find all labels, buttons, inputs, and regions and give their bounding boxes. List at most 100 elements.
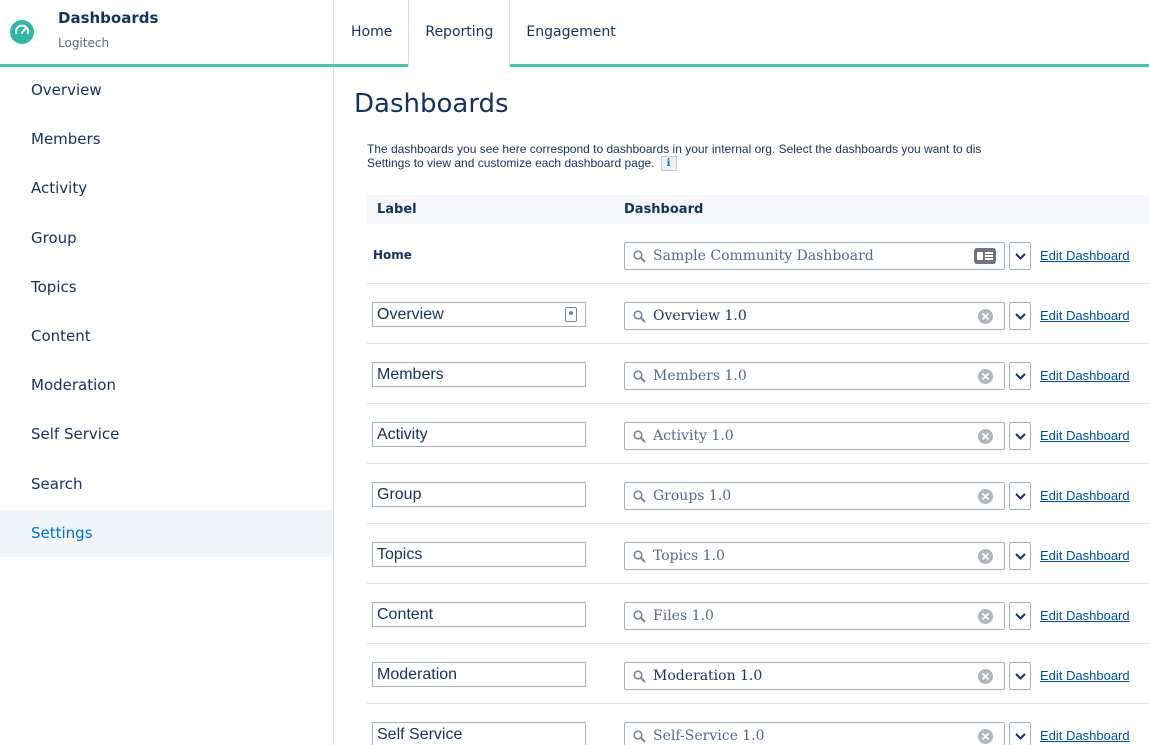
search-icon [633, 490, 646, 503]
clear-icon[interactable] [978, 369, 993, 384]
label-input[interactable]: Self Service [372, 722, 586, 745]
edit-dashboard-link[interactable]: Edit Dashboard [1040, 608, 1130, 623]
dashboard-dropdown-button[interactable] [1009, 602, 1031, 630]
edit-dashboard-link[interactable]: Edit Dashboard [1040, 668, 1130, 683]
speedometer-icon [10, 20, 34, 44]
contact-icon[interactable] [565, 307, 577, 322]
table-row: Moderation Moderation 1.0 Edit Dashboard [367, 644, 1149, 704]
edit-dashboard-link[interactable]: Edit Dashboard [1040, 248, 1130, 263]
row-label: Home [373, 248, 412, 262]
chevron-down-icon [1015, 733, 1026, 740]
chevron-down-icon [1015, 493, 1026, 500]
sidebar-item-content[interactable]: Content [0, 313, 333, 360]
dashboard-lookup[interactable]: Files 1.0 [624, 602, 1005, 630]
sidebar-item-self-service[interactable]: Self Service [0, 411, 333, 458]
label-input[interactable]: Moderation [372, 662, 586, 687]
app-title: Dashboards [58, 9, 159, 27]
sidebar-item-moderation[interactable]: Moderation [0, 362, 333, 409]
label-input[interactable]: Overview [372, 302, 586, 327]
dashboard-dropdown-button[interactable] [1009, 362, 1031, 390]
label-input-value: Activity [377, 426, 428, 443]
page-description: The dashboards you see here correspond t… [367, 142, 1149, 172]
chevron-down-icon [1015, 433, 1026, 440]
top-header: Dashboards Logitech Home Reporting Engag… [0, 0, 1149, 67]
label-input[interactable]: Members [372, 362, 586, 387]
sidebar-item-activity[interactable]: Activity [0, 165, 333, 212]
top-tabs: Home Reporting Engagement [335, 0, 632, 67]
table-row: Content Files 1.0 Edit Dashboard [367, 584, 1149, 644]
dashboard-lookup[interactable]: Self-Service 1.0 [624, 722, 1005, 745]
sidebar-item-topics[interactable]: Topics [0, 264, 333, 311]
table-row: Home Sample Community Dashboard Edit Das… [367, 224, 1149, 284]
edit-dashboard-link[interactable]: Edit Dashboard [1040, 368, 1130, 383]
sidebar-item-search[interactable]: Search [0, 461, 333, 508]
search-icon [633, 310, 646, 323]
description-line-1: The dashboards you see here correspond t… [367, 142, 982, 156]
dashboard-dropdown-button[interactable] [1009, 722, 1031, 745]
sidebar-item-settings[interactable]: Settings [0, 510, 333, 557]
clear-icon[interactable] [978, 309, 993, 324]
clear-icon[interactable] [978, 549, 993, 564]
edit-dashboard-link[interactable]: Edit Dashboard [1040, 728, 1130, 743]
clear-icon[interactable] [978, 609, 993, 624]
search-icon [633, 670, 646, 683]
contact-card-icon[interactable] [974, 248, 996, 264]
dashboard-lookup-value: Sample Community Dashboard [653, 248, 874, 264]
dashboard-lookup[interactable]: Sample Community Dashboard [624, 242, 1005, 270]
search-icon [633, 370, 646, 383]
dashboard-dropdown-button[interactable] [1009, 242, 1031, 270]
label-input[interactable]: Group [372, 482, 586, 507]
dashboard-lookup-value: Self-Service 1.0 [653, 728, 765, 744]
dashboard-dropdown-button[interactable] [1009, 302, 1031, 330]
tab-home[interactable]: Home [335, 0, 408, 64]
table-row: Topics Topics 1.0 Edit Dashboard [367, 524, 1149, 584]
dashboard-dropdown-button[interactable] [1009, 542, 1031, 570]
tab-reporting[interactable]: Reporting [408, 0, 511, 67]
clear-icon[interactable] [978, 669, 993, 684]
dashboard-lookup-value: Groups 1.0 [653, 488, 732, 504]
label-input[interactable]: Content [372, 602, 586, 627]
app-brand: Dashboards Logitech [0, 0, 334, 64]
dashboard-lookup[interactable]: Members 1.0 [624, 362, 1005, 390]
dashboard-lookup[interactable]: Activity 1.0 [624, 422, 1005, 450]
label-input-value: Moderation [377, 666, 458, 683]
edit-dashboard-link[interactable]: Edit Dashboard [1040, 488, 1130, 503]
dashboard-lookup-value: Topics 1.0 [653, 548, 725, 564]
sidebar-item-members[interactable]: Members [0, 116, 333, 163]
label-input-value: Self Service [377, 726, 463, 743]
page-title: Dashboards [354, 89, 509, 119]
dashboard-dropdown-button[interactable] [1009, 482, 1031, 510]
label-input[interactable]: Topics [372, 542, 586, 567]
dashboard-dropdown-button[interactable] [1009, 422, 1031, 450]
label-input-value: Overview [377, 306, 444, 323]
label-input[interactable]: Activity [372, 422, 586, 447]
clear-icon[interactable] [978, 729, 993, 744]
label-input-value: Content [377, 606, 434, 623]
org-name: Logitech [58, 36, 110, 50]
table-header: Label Dashboard [367, 195, 1149, 224]
clear-icon[interactable] [978, 429, 993, 444]
dashboard-lookup[interactable]: Groups 1.0 [624, 482, 1005, 510]
description-line-2: Settings to view and customize each dash… [367, 156, 1149, 172]
clear-icon[interactable] [978, 489, 993, 504]
dashboard-dropdown-button[interactable] [1009, 662, 1031, 690]
chevron-down-icon [1015, 553, 1026, 560]
label-input-value: Topics [377, 546, 423, 563]
chevron-down-icon [1015, 253, 1026, 260]
info-icon[interactable]: i [660, 156, 677, 172]
tab-engagement[interactable]: Engagement [510, 0, 631, 64]
chevron-down-icon [1015, 313, 1026, 320]
edit-dashboard-link[interactable]: Edit Dashboard [1040, 548, 1130, 563]
edit-dashboard-link[interactable]: Edit Dashboard [1040, 308, 1130, 323]
dashboard-lookup[interactable]: Topics 1.0 [624, 542, 1005, 570]
dashboard-lookup[interactable]: Overview 1.0 [624, 302, 1005, 330]
sidebar-item-group[interactable]: Group [0, 215, 333, 262]
sidebar-item-overview[interactable]: Overview [0, 67, 333, 114]
edit-dashboard-link[interactable]: Edit Dashboard [1040, 428, 1130, 443]
main-content: Dashboards The dashboards you see here c… [335, 67, 1149, 745]
table-row: Members Members 1.0 Edit Dashboard [367, 344, 1149, 404]
search-icon [633, 730, 646, 743]
dashboard-lookup[interactable]: Moderation 1.0 [624, 662, 1005, 690]
column-header-label: Label [377, 202, 417, 217]
table-row: Activity Activity 1.0 Edit Dashboard [367, 404, 1149, 464]
